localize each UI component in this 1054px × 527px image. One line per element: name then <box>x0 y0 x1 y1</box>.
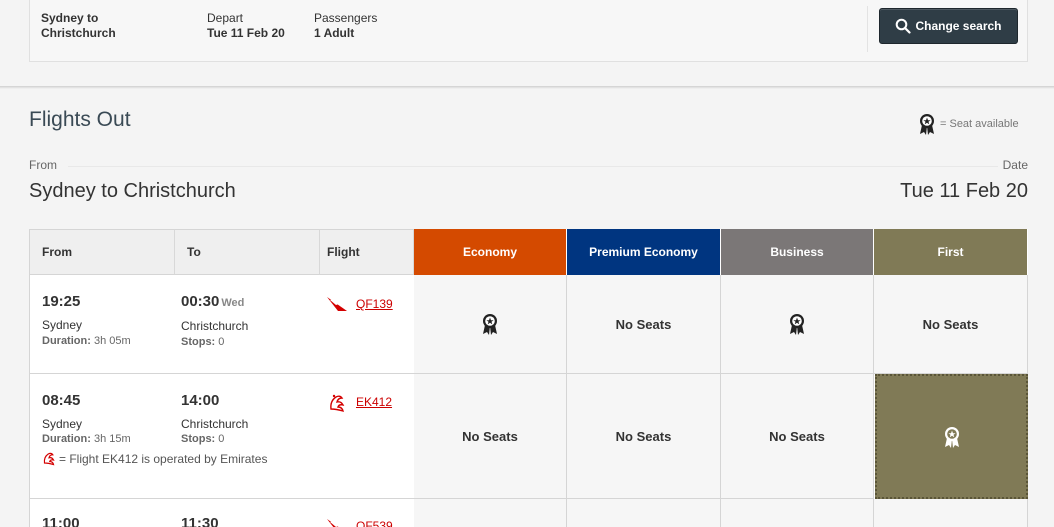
page-title: Flights Out <box>29 108 131 131</box>
header-premium-economy: Premium Economy <box>567 229 721 275</box>
stops-label: Stops: <box>181 433 216 445</box>
departure-city: Sydney <box>42 417 83 431</box>
departure-time: 08:45 <box>42 392 81 409</box>
seat-cell-first <box>874 499 1028 527</box>
header-from: From <box>30 229 175 275</box>
flight-duration: Duration: 3h 15m <box>42 433 131 445</box>
seat-cell-economy: No Seats <box>414 374 567 499</box>
seat-legend: = Seat available <box>918 113 1019 135</box>
header-to: To <box>175 229 320 275</box>
arrival-time: 14:00 <box>181 392 220 409</box>
table-row: 11:00 11:30 QF539 <box>30 499 414 527</box>
change-search-label: Change search <box>915 19 1002 33</box>
heading-rule <box>68 166 998 167</box>
duration-label: Duration: <box>42 433 91 445</box>
arrival-time: 11:30 <box>181 515 219 527</box>
departure-city: Sydney <box>42 318 83 332</box>
summary-passengers-value: 1 Adult <box>314 26 355 40</box>
flight-duration: Duration: 3h 05m <box>42 335 131 347</box>
seat-available-icon <box>944 426 959 448</box>
flights-table: From To Flight Economy Premium Economy B… <box>29 229 1028 527</box>
table-row: 08:45 Sydney Duration: 3h 15m 14:00 Chri… <box>30 374 414 499</box>
seat-cell-first-selected[interactable] <box>875 374 1028 499</box>
seat-available-icon <box>790 314 804 335</box>
change-search-button[interactable]: Change search <box>879 8 1018 44</box>
qantas-logo-icon <box>327 519 339 527</box>
header-economy: Economy <box>414 229 567 275</box>
flight-stops: Stops: 0 <box>181 336 224 348</box>
date-heading: Tue 11 Feb 20 <box>900 180 1028 202</box>
departure-time: 19:25 <box>42 293 81 310</box>
arrival-city: Christchurch <box>181 319 249 333</box>
header-business: Business <box>721 229 874 275</box>
flight-number-link[interactable]: EK412 <box>356 395 392 409</box>
header-first: First <box>874 229 1028 275</box>
arrival-time: 00:30 Wed <box>181 293 244 310</box>
arrival-day: Wed <box>221 297 245 309</box>
header-flight: Flight <box>320 229 414 275</box>
search-summary-bar: Sydney to Christchurch Depart Tue 11 Feb… <box>29 0 1028 62</box>
section-divider <box>0 86 1054 89</box>
table-row: 19:25 Sydney Duration: 3h 05m 00:30 Wed C… <box>30 275 414 374</box>
seat-cell-economy[interactable] <box>414 275 567 374</box>
route-heading: Sydney to Christchurch <box>29 180 236 202</box>
operated-by-note: = Flight EK412 is operated by Emirates <box>42 451 267 466</box>
summary-passengers-label: Passengers <box>314 11 378 25</box>
seat-cell-economy <box>414 499 567 527</box>
duration-value: 3h 15m <box>93 433 131 445</box>
seat-cell-premium-economy <box>567 499 721 527</box>
emirates-logo-icon <box>43 452 55 466</box>
flight-number-link[interactable]: QF139 <box>356 297 393 311</box>
flight-number-link[interactable]: QF539 <box>356 519 393 527</box>
emirates-logo-icon <box>330 394 345 413</box>
flight-stops: Stops: 0 <box>181 433 224 445</box>
summary-depart-value: Tue 11 Feb 20 <box>207 26 285 40</box>
summary-depart-label: Depart <box>207 11 244 25</box>
seat-cell-business: No Seats <box>721 374 874 499</box>
arrival-time-value: 00:30 <box>181 293 220 310</box>
duration-label: Duration: <box>42 335 91 347</box>
seat-cell-premium-economy: No Seats <box>567 374 721 499</box>
seat-cell-business[interactable] <box>721 275 874 374</box>
summary-depart: Depart Tue 11 Feb 20 <box>207 11 285 41</box>
seat-cell-business <box>721 499 874 527</box>
seat-available-icon <box>483 314 497 335</box>
from-label: From <box>29 158 57 172</box>
seat-cell-first: No Seats <box>874 275 1028 374</box>
duration-value: 3h 05m <box>93 335 131 347</box>
summary-route-destination: Christchurch <box>41 26 116 40</box>
operated-by-text: = Flight EK412 is operated by Emirates <box>59 451 268 466</box>
summary-route: Sydney to Christchurch <box>41 11 116 41</box>
summary-passengers: Passengers 1 Adult <box>314 11 377 41</box>
seat-legend-text: = Seat available <box>940 118 1019 130</box>
seat-cell-premium-economy: No Seats <box>567 275 721 374</box>
search-icon <box>896 18 912 34</box>
stops-value: 0 <box>218 433 225 445</box>
summary-divider <box>867 6 868 52</box>
stops-value: 0 <box>218 336 225 348</box>
seat-available-icon <box>920 114 934 135</box>
departure-time: 11:00 <box>42 515 80 527</box>
summary-route-origin: Sydney to <box>41 11 99 25</box>
date-label: Date <box>1002 158 1028 172</box>
stops-label: Stops: <box>181 336 216 348</box>
arrival-city: Christchurch <box>181 417 249 431</box>
qantas-logo-icon <box>327 297 347 311</box>
